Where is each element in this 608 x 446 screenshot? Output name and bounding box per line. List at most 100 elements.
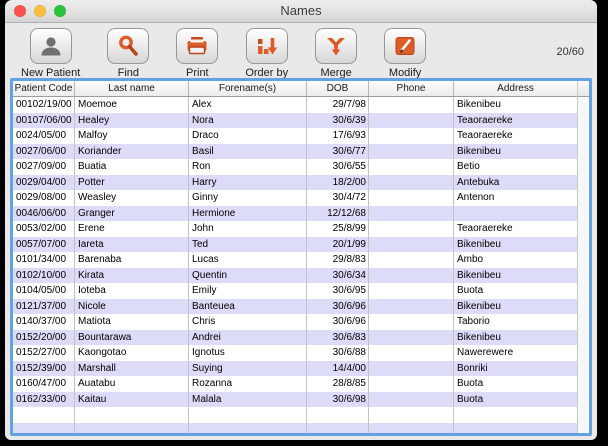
table-cell: 30/6/39 bbox=[307, 113, 369, 129]
table-cell bbox=[369, 237, 454, 253]
table-row[interactable]: 0160/47/00AuatabuRozanna28/8/85Buota bbox=[13, 376, 577, 392]
table-cell: Ted bbox=[189, 237, 307, 253]
new-patient-button[interactable]: New Patient bbox=[21, 28, 80, 79]
table-cell: 0102/10/00 bbox=[13, 268, 75, 284]
table-cell: Bikenibeu bbox=[454, 97, 577, 113]
table-cell: 30/6/98 bbox=[307, 392, 369, 408]
table-row[interactable]: 0027/09/00BuatiaRon30/6/55Betio bbox=[13, 159, 577, 175]
table-cell: 0029/04/00 bbox=[13, 175, 75, 191]
table-cell: 17/6/93 bbox=[307, 128, 369, 144]
merge-button[interactable]: Merge bbox=[315, 28, 357, 79]
table-cell: Nawerewere bbox=[454, 345, 577, 361]
table-row[interactable]: 0152/27/00KaongotaoIgnotus30/6/88Nawerew… bbox=[13, 345, 577, 361]
table-cell bbox=[369, 423, 454, 434]
table-cell: 30/6/96 bbox=[307, 299, 369, 315]
modify-pencil-icon bbox=[392, 34, 418, 58]
column-header-patient-code[interactable]: Patient Code bbox=[13, 81, 75, 96]
print-button[interactable]: Print bbox=[176, 28, 218, 79]
table-cell: 25/8/99 bbox=[307, 221, 369, 237]
table-cell bbox=[454, 423, 577, 434]
table-cell: 0104/05/00 bbox=[13, 283, 75, 299]
table-row[interactable]: 0104/05/00IotebaEmily30/6/95Buota bbox=[13, 283, 577, 299]
table-cell: 20/1/99 bbox=[307, 237, 369, 253]
table-cell: Kaitau bbox=[75, 392, 189, 408]
table-cell: 30/6/34 bbox=[307, 268, 369, 284]
table-cell: Antebuka bbox=[454, 175, 577, 191]
table-cell: 30/6/88 bbox=[307, 345, 369, 361]
table-row[interactable]: 00102/19/00MoemoeAlex29/7/98Bikenibeu bbox=[13, 97, 577, 113]
screenshot-root: { "window": { "title": "Names", "count":… bbox=[0, 0, 608, 446]
table-cell: Koriander bbox=[75, 144, 189, 160]
table-cell: Taborio bbox=[454, 314, 577, 330]
column-header-last-name[interactable]: Last name bbox=[75, 81, 189, 96]
table-cell: Bikenibeu bbox=[454, 330, 577, 346]
table-cell: Bikenibeu bbox=[454, 268, 577, 284]
table-cell: Matiota bbox=[75, 314, 189, 330]
table-row[interactable]: 00107/06/00HealeyNora30/6/39Teaoraereke bbox=[13, 113, 577, 129]
table-cell: Ioteba bbox=[75, 283, 189, 299]
table-cell: Bikenibeu bbox=[454, 299, 577, 315]
table-header-row: Patient CodeLast nameForename(s)DOBPhone… bbox=[13, 81, 577, 97]
find-button[interactable]: Find bbox=[107, 28, 149, 79]
table-row[interactable]: 0162/33/00KaitauMalala30/6/98Buota bbox=[13, 392, 577, 408]
column-header-address[interactable]: Address bbox=[454, 81, 577, 96]
table-cell: 0152/39/00 bbox=[13, 361, 75, 377]
table-cell: Healey bbox=[75, 113, 189, 129]
table-cell: Teaoraereke bbox=[454, 128, 577, 144]
table-cell: 0152/27/00 bbox=[13, 345, 75, 361]
table-cell: Quentin bbox=[189, 268, 307, 284]
vertical-scrollbar[interactable] bbox=[577, 81, 589, 433]
order-by-sort-icon bbox=[254, 34, 280, 58]
table-cell: Andrei bbox=[189, 330, 307, 346]
title-bar: Names bbox=[5, 0, 597, 23]
table-cell bbox=[189, 423, 307, 434]
table-row[interactable]: 0152/20/00BountarawaAndrei30/6/83Bikenib… bbox=[13, 330, 577, 346]
table-cell bbox=[369, 268, 454, 284]
table-cell: Teaoraereke bbox=[454, 113, 577, 129]
table-cell: 0121/37/00 bbox=[13, 299, 75, 315]
table-cell bbox=[13, 423, 75, 434]
column-header-forename-s-[interactable]: Forename(s) bbox=[189, 81, 307, 96]
table-cell: Chris bbox=[189, 314, 307, 330]
table-row[interactable]: 0057/07/00IaretaTed20/1/99Bikenibeu bbox=[13, 237, 577, 253]
table-cell bbox=[369, 330, 454, 346]
table-cell: 29/7/98 bbox=[307, 97, 369, 113]
table-cell: 0162/33/00 bbox=[13, 392, 75, 408]
column-header-phone[interactable]: Phone bbox=[369, 81, 454, 96]
table-cell: Lucas bbox=[189, 252, 307, 268]
names-window: Names New Patient bbox=[5, 0, 597, 440]
order-by-button[interactable]: Order by bbox=[245, 28, 288, 79]
table-cell bbox=[369, 376, 454, 392]
table-cell bbox=[454, 407, 577, 423]
empty-table-row bbox=[13, 407, 577, 423]
table-row[interactable]: 0140/37/00MatiotaChris30/6/96Taborio bbox=[13, 314, 577, 330]
column-header-dob[interactable]: DOB bbox=[307, 81, 369, 96]
table-row[interactable]: 0024/05/00MalfoyDraco17/6/93Teaoraereke bbox=[13, 128, 577, 144]
table-cell: Bonriki bbox=[454, 361, 577, 377]
table-cell: Buota bbox=[454, 283, 577, 299]
table-row[interactable]: 0053/02/00EreneJohn25/8/99Teaoraereke bbox=[13, 221, 577, 237]
table-row[interactable]: 0152/39/00MarshallSuying14/4/00Bonriki bbox=[13, 361, 577, 377]
table-cell bbox=[369, 252, 454, 268]
table-cell bbox=[369, 144, 454, 160]
table-cell bbox=[189, 407, 307, 423]
table-row[interactable]: 0121/37/00NicoleBanteuea30/6/96Bikenibeu bbox=[13, 299, 577, 315]
table-row[interactable]: 0029/08/00WeasleyGinny30/4/72Antenon bbox=[13, 190, 577, 206]
table-row[interactable]: 0027/06/00KorianderBasil30/6/77Bikenibeu bbox=[13, 144, 577, 160]
table-cell: Kirata bbox=[75, 268, 189, 284]
table-cell: 0160/47/00 bbox=[13, 376, 75, 392]
table-cell: Marshall bbox=[75, 361, 189, 377]
table-cell bbox=[369, 345, 454, 361]
table-row[interactable]: 0046/06/00GrangerHermione12/12/68 bbox=[13, 206, 577, 222]
table-cell: Malfoy bbox=[75, 128, 189, 144]
merge-funnel-icon bbox=[323, 34, 349, 58]
table-row[interactable]: 0101/34/00BarenabaLucas29/8/83Ambo bbox=[13, 252, 577, 268]
table-cell: 0057/07/00 bbox=[13, 237, 75, 253]
table-cell: 30/6/96 bbox=[307, 314, 369, 330]
table-cell bbox=[369, 299, 454, 315]
table-cell: 30/4/72 bbox=[307, 190, 369, 206]
table-row[interactable]: 0029/04/00PotterHarry18/2/00Antebuka bbox=[13, 175, 577, 191]
table-row[interactable]: 0102/10/00KirataQuentin30/6/34 Bikenibeu bbox=[13, 268, 577, 284]
table-cell: Kaongotao bbox=[75, 345, 189, 361]
modify-button[interactable]: Modify bbox=[384, 28, 426, 79]
